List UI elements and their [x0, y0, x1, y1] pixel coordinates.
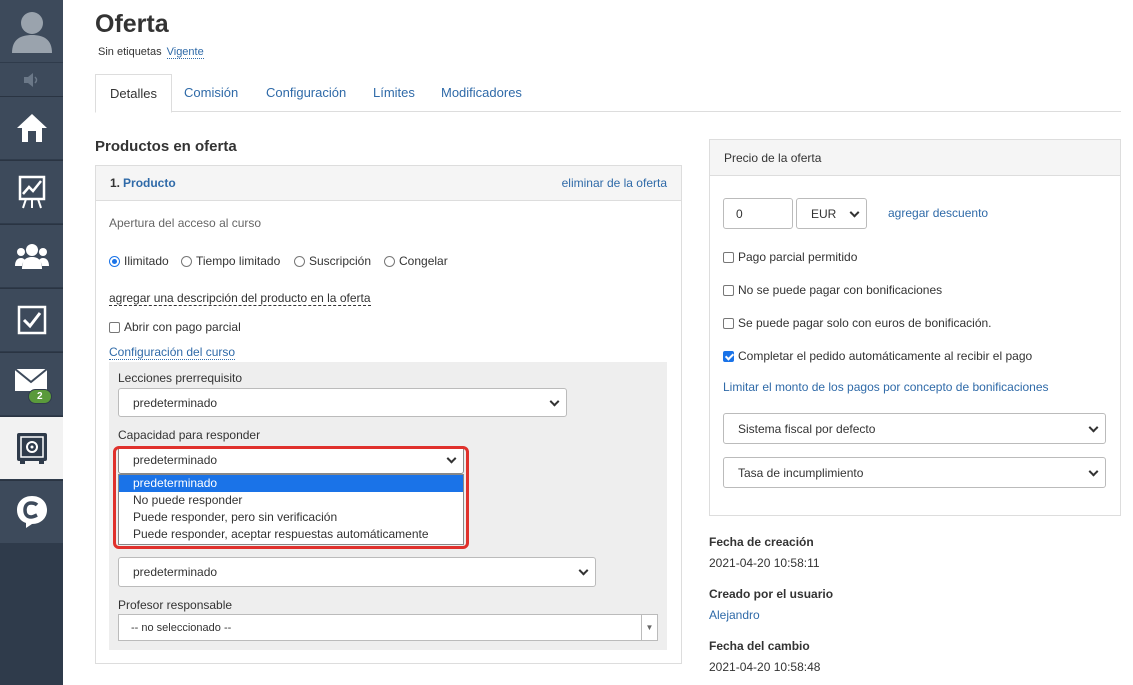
price-amount-input[interactable]: 0 — [723, 198, 793, 229]
add-discount-link[interactable]: agregar descuento — [888, 206, 988, 220]
users-icon — [14, 244, 49, 269]
tags-label: Sin etiquetas — [98, 46, 162, 58]
checkbox-box — [109, 321, 120, 333]
chevron-down-icon — [1088, 422, 1099, 433]
user-icon — [11, 12, 52, 53]
caret-down-icon[interactable]: ▼ — [641, 615, 657, 640]
checkbox-label: Pago parcial permitido — [738, 250, 858, 264]
sidebar: 2 — [0, 0, 63, 685]
radio-dot — [384, 255, 395, 267]
tab-bar: Detalles Comisión Configuración Límites … — [95, 74, 1121, 113]
teacher-label: Profesor responsable — [118, 598, 233, 612]
sidebar-item-chat[interactable] — [0, 480, 63, 543]
checkbox-box — [723, 317, 734, 329]
tab-comision[interactable]: Comisión — [170, 74, 252, 112]
changed-label: Fecha del cambio — [709, 639, 810, 653]
checkbox-box — [723, 350, 734, 362]
partial-allowed-checkbox[interactable]: Pago parcial permitido — [723, 250, 857, 264]
add-description-link[interactable]: agregar una descripción del producto en … — [109, 291, 371, 306]
radio-freeze[interactable]: Congelar — [384, 254, 448, 268]
tab-modificadores[interactable]: Modificadores — [427, 74, 536, 112]
prereq-label: Lecciones prerrequisito — [118, 371, 243, 385]
sidebar-item-tasks[interactable] — [0, 288, 63, 351]
tab-detalles[interactable]: Detalles — [95, 74, 172, 113]
radio-dot — [109, 255, 120, 267]
chevron-down-icon — [549, 396, 560, 407]
radio-label: Ilimitado — [124, 254, 169, 268]
checkbox-label: Abrir con pago parcial — [124, 320, 241, 334]
tab-limites[interactable]: Límites — [359, 74, 429, 112]
created-by-label: Creado por el usuario — [709, 587, 834, 601]
product-title: 1. Producto — [110, 176, 176, 190]
chevron-down-icon — [578, 565, 589, 576]
home-icon — [16, 114, 47, 142]
select-value: -- no seleccionado -- — [131, 621, 232, 634]
checkbox-box — [723, 284, 734, 296]
products-heading: Productos en oferta — [95, 138, 237, 155]
bonus-only-checkbox[interactable]: Se puede pagar solo con euros de bonific… — [723, 316, 992, 330]
teacher-select[interactable]: -- no seleccionado -- ▼ — [118, 614, 658, 641]
product-number: 1. — [110, 176, 121, 190]
select-value: Sistema fiscal por defecto — [738, 421, 876, 436]
tax-system-select[interactable]: Sistema fiscal por defecto — [723, 413, 1106, 444]
select-value: EUR — [811, 206, 837, 221]
sidebar-item-users[interactable] — [0, 224, 63, 287]
user-avatar[interactable] — [0, 0, 63, 62]
chevron-down-icon — [849, 207, 860, 218]
checkbox-label: No se puede pagar con bonificaciones — [738, 283, 943, 297]
currency-select[interactable]: EUR — [796, 198, 867, 229]
select-value: predeterminado — [133, 565, 218, 579]
select-value: predeterminado — [133, 395, 218, 410]
sidebar-item-statistics[interactable] — [0, 160, 63, 223]
page-title: Oferta — [95, 10, 169, 38]
speaker-icon — [23, 72, 37, 87]
changed-value: 2021-04-20 10:58:48 — [709, 660, 821, 674]
prereq-select[interactable]: predeterminado — [118, 388, 567, 417]
answer-label: Capacidad para responder — [118, 428, 261, 442]
radio-unlimited[interactable]: Ilimitado — [109, 254, 169, 268]
radio-dot — [294, 255, 305, 267]
created-by-link[interactable]: Alejandro — [709, 608, 760, 622]
chevron-down-icon — [1088, 466, 1099, 477]
highlight-frame — [113, 446, 469, 549]
auto-complete-checkbox[interactable]: Completar el pedido automáticamente al r… — [723, 349, 1032, 363]
sound-toggle[interactable] — [0, 62, 63, 96]
safe-icon — [16, 433, 47, 464]
radio-subscription[interactable]: Suscripción — [294, 254, 371, 268]
tab-configuracion[interactable]: Configuración — [252, 74, 360, 112]
mail-badge: 2 — [28, 389, 52, 404]
no-bonus-checkbox[interactable]: No se puede pagar con bonificaciones — [723, 283, 942, 297]
product-header: 1. Producto eliminar de la oferta — [96, 166, 681, 201]
sidebar-item-home[interactable] — [0, 96, 63, 159]
tags-line: Sin etiquetas Vigente — [98, 46, 204, 59]
tax-rate-select[interactable]: Tasa de incumplimiento — [723, 457, 1106, 488]
price-heading: Precio de la oferta — [710, 140, 1120, 176]
radio-dot — [181, 255, 192, 267]
created-label: Fecha de creación — [709, 535, 814, 549]
radio-label: Congelar — [399, 254, 448, 268]
mail-icon — [14, 369, 47, 391]
checkbox-box — [723, 251, 734, 263]
product-link[interactable]: Producto — [123, 176, 176, 190]
sidebar-item-offers[interactable] — [0, 416, 63, 479]
radio-label: Tiempo limitado — [196, 254, 281, 268]
radio-time-limited[interactable]: Tiempo limitado — [181, 254, 280, 268]
checkbox-icon — [17, 305, 46, 335]
remove-product-link[interactable]: eliminar de la oferta — [562, 176, 667, 190]
checkbox-label: Se puede pagar solo con euros de bonific… — [738, 316, 992, 330]
status-link[interactable]: Vigente — [166, 46, 204, 59]
lesson-access-select[interactable]: predeterminado — [118, 557, 596, 587]
checkbox-label: Completar el pedido automáticamente al r… — [738, 349, 1033, 363]
course-settings-link[interactable]: Configuración del curso — [109, 345, 236, 360]
created-value: 2021-04-20 10:58:11 — [709, 556, 820, 570]
limit-bonus-link[interactable]: Limitar el monto de los pagos por concep… — [723, 380, 1049, 394]
select-value: Tasa de incumplimiento — [738, 465, 864, 480]
chat-logo-icon — [16, 496, 47, 528]
chart-board-icon — [18, 175, 45, 209]
partial-payment-checkbox[interactable]: Abrir con pago parcial — [109, 320, 241, 334]
sidebar-item-messages[interactable]: 2 — [0, 352, 63, 415]
access-label: Apertura del acceso al curso — [109, 216, 262, 230]
radio-label: Suscripción — [309, 254, 372, 268]
